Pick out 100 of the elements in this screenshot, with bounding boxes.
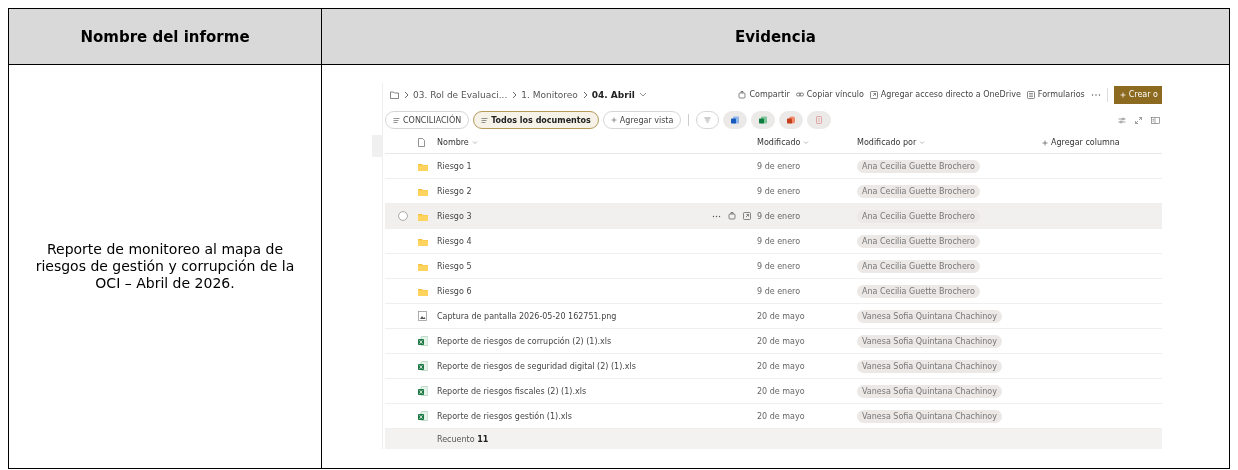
modified-date: 9 de enero: [757, 236, 802, 246]
file-name[interactable]: Riesgo 1: [437, 161, 472, 171]
create-button[interactable]: Crear o: [1113, 85, 1162, 104]
column-header: Evidencia: [321, 9, 1229, 65]
person-chip[interactable]: Ana Cecilia Guette Brochero: [857, 159, 980, 173]
file-row[interactable]: Reporte de riesgos de seguridad digital (2) (1).xls 20 de mayo Vanesa Sofia Quintana Chachinoy: [385, 354, 1162, 380]
file-row[interactable]: Riesgo 1 9 de enero Ana Cecilia Guette Brochero: [385, 154, 1162, 180]
panel-icon[interactable]: [1151, 116, 1160, 124]
modified-date: 20 de mayo: [757, 361, 806, 371]
file-name[interactable]: Riesgo 4: [437, 236, 472, 246]
share-icon[interactable]: [728, 212, 736, 221]
file-row[interactable]: Riesgo 4 9 de enero Ana Cecilia Guette Brochero: [385, 229, 1162, 255]
folder-icon: [418, 211, 428, 221]
command-button[interactable]: Formularios: [1026, 90, 1085, 100]
link-icon: [795, 90, 804, 99]
breadcrumb-link[interactable]: 04. Abril: [591, 89, 635, 100]
file-name[interactable]: Riesgo 2: [437, 186, 472, 196]
person-chip[interactable]: Ana Cecilia Guette Brochero: [857, 209, 980, 223]
chevron-right-icon: [581, 90, 588, 99]
excel-icon: [759, 116, 768, 125]
chevron-right-icon: [403, 90, 409, 99]
person-chip[interactable]: Ana Cecilia Guette Brochero: [857, 259, 980, 273]
sliders-icon[interactable]: [1118, 116, 1126, 124]
pdf-icon: [815, 116, 824, 125]
file-row[interactable]: Captura de pantalla 2026-05-20 162751.png 20 de mayo Vanesa Sofia Quintana Chachinoy: [385, 304, 1162, 330]
plus-icon[interactable]: [1042, 139, 1048, 146]
file-name[interactable]: Riesgo 6: [437, 286, 472, 296]
modified-date: 9 de enero: [757, 211, 802, 221]
file-row[interactable]: Reporte de riesgos de corrupción (2) (1).xls 20 de mayo Vanesa Sofia Quintana Chachinoy: [385, 329, 1162, 355]
column-header: Nombre del informe: [9, 9, 321, 65]
file-row[interactable]: Riesgo 5 9 de enero Ana Cecilia Guette Brochero: [385, 254, 1162, 280]
modified-date: 20 de mayo: [757, 411, 806, 421]
file-row[interactable]: Riesgo 6 9 de enero Ana Cecilia Guette Brochero: [385, 279, 1162, 305]
caret-down-icon[interactable]: [638, 91, 647, 99]
modified-date: 9 de enero: [757, 261, 802, 271]
person-chip[interactable]: Vanesa Sofia Quintana Chachinoy: [857, 409, 1002, 423]
modified-date: 9 de enero: [757, 186, 802, 196]
lines-icon: [481, 116, 489, 124]
expand-icon[interactable]: [1135, 116, 1142, 124]
folder-icon: [418, 186, 428, 196]
excel-file-icon: [418, 361, 428, 372]
chevron-right-icon: [511, 90, 518, 99]
lines-icon: [393, 116, 400, 124]
file-name[interactable]: Reporte de riesgos de corrupción (2) (1).xls: [437, 336, 612, 346]
person-chip[interactable]: Vanesa Sofia Quintana Chachinoy: [857, 309, 1002, 323]
form-icon: [1026, 90, 1035, 99]
view-tab[interactable]: CONCILIACIÓN: [385, 111, 470, 130]
plus-icon: [610, 117, 617, 124]
command-button[interactable]: Copiar vínculo: [795, 90, 864, 100]
person-chip[interactable]: Vanesa Sofia Quintana Chachinoy: [857, 334, 1002, 348]
folder-icon: [418, 236, 428, 246]
view-tab[interactable]: Todos los documentos: [473, 111, 599, 130]
powerpoint-icon: [787, 116, 796, 125]
radio-icon[interactable]: [398, 211, 408, 222]
command-button[interactable]: Agregar acceso directo a OneDrive: [869, 90, 1021, 100]
breadcrumb-link[interactable]: 1. Monitoreo: [521, 89, 578, 100]
word-icon: [731, 116, 740, 125]
shortcut-icon[interactable]: [743, 212, 751, 221]
folder-icon[interactable]: [390, 90, 399, 99]
file-name[interactable]: Captura de pantalla 2026-05-20 162751.png: [437, 311, 617, 321]
item-count: Recuento 11: [437, 434, 489, 444]
person-chip[interactable]: Vanesa Sofia Quintana Chachinoy: [857, 384, 1002, 398]
person-chip[interactable]: Ana Cecilia Guette Brochero: [857, 234, 980, 248]
document-icon: [418, 138, 425, 148]
modified-date: 20 de mayo: [757, 336, 806, 346]
powerpoint-filter-button[interactable]: [779, 111, 804, 130]
share-icon: [738, 90, 747, 99]
file-name[interactable]: Reporte de riesgos fiscales (2) (1).xls: [437, 386, 587, 396]
report-name: Reporte de monitoreo al mapa de riesgos de gestión y corrupción de la OCI – Abril de 2026.: [34, 241, 296, 292]
file-name[interactable]: Reporte de riesgos gestión (1).xls: [437, 411, 572, 421]
person-chip[interactable]: Ana Cecilia Guette Brochero: [857, 284, 980, 298]
column-header[interactable]: Nombre: [437, 138, 469, 148]
folder-icon: [418, 261, 428, 271]
column-header[interactable]: Modificado: [757, 138, 801, 148]
excel-file-icon: [418, 336, 428, 347]
folder-icon: [418, 161, 428, 171]
modified-date: 20 de mayo: [757, 386, 806, 396]
excel-filter-button[interactable]: [751, 111, 776, 130]
more-icon[interactable]: [1090, 92, 1101, 97]
person-chip[interactable]: Ana Cecilia Guette Brochero: [857, 184, 980, 198]
file-row[interactable]: Reporte de riesgos fiscales (2) (1).xls 20 de mayo Vanesa Sofia Quintana Chachinoy: [385, 379, 1162, 405]
modified-date: 9 de enero: [757, 161, 802, 171]
plus-icon: [1119, 91, 1126, 98]
person-chip[interactable]: Vanesa Sofia Quintana Chachinoy: [857, 359, 1002, 373]
file-name[interactable]: Riesgo 5: [437, 261, 472, 271]
file-name[interactable]: Riesgo 3: [437, 211, 472, 221]
folder-icon: [418, 286, 428, 296]
image-file-icon: [418, 311, 427, 322]
column-header[interactable]: Modificado por: [857, 138, 917, 148]
breadcrumb-link[interactable]: 03. Rol de Evaluaci...: [413, 89, 508, 100]
word-filter-button[interactable]: [723, 111, 748, 130]
shortcut-icon: [869, 90, 878, 99]
add-column-button[interactable]: Agregar columna: [1051, 138, 1120, 148]
excel-file-icon: [418, 411, 428, 422]
excel-file-icon: [418, 386, 428, 397]
file-name[interactable]: Reporte de riesgos de seguridad digital (2) (1).xls: [437, 361, 636, 371]
file-row[interactable]: Riesgo 3 9 de enero Ana Cecilia Guette Brochero: [385, 204, 1162, 230]
command-button[interactable]: Compartir: [738, 90, 790, 100]
add-view-button[interactable]: Agregar vista: [602, 111, 682, 130]
filter-icon: [704, 117, 712, 124]
